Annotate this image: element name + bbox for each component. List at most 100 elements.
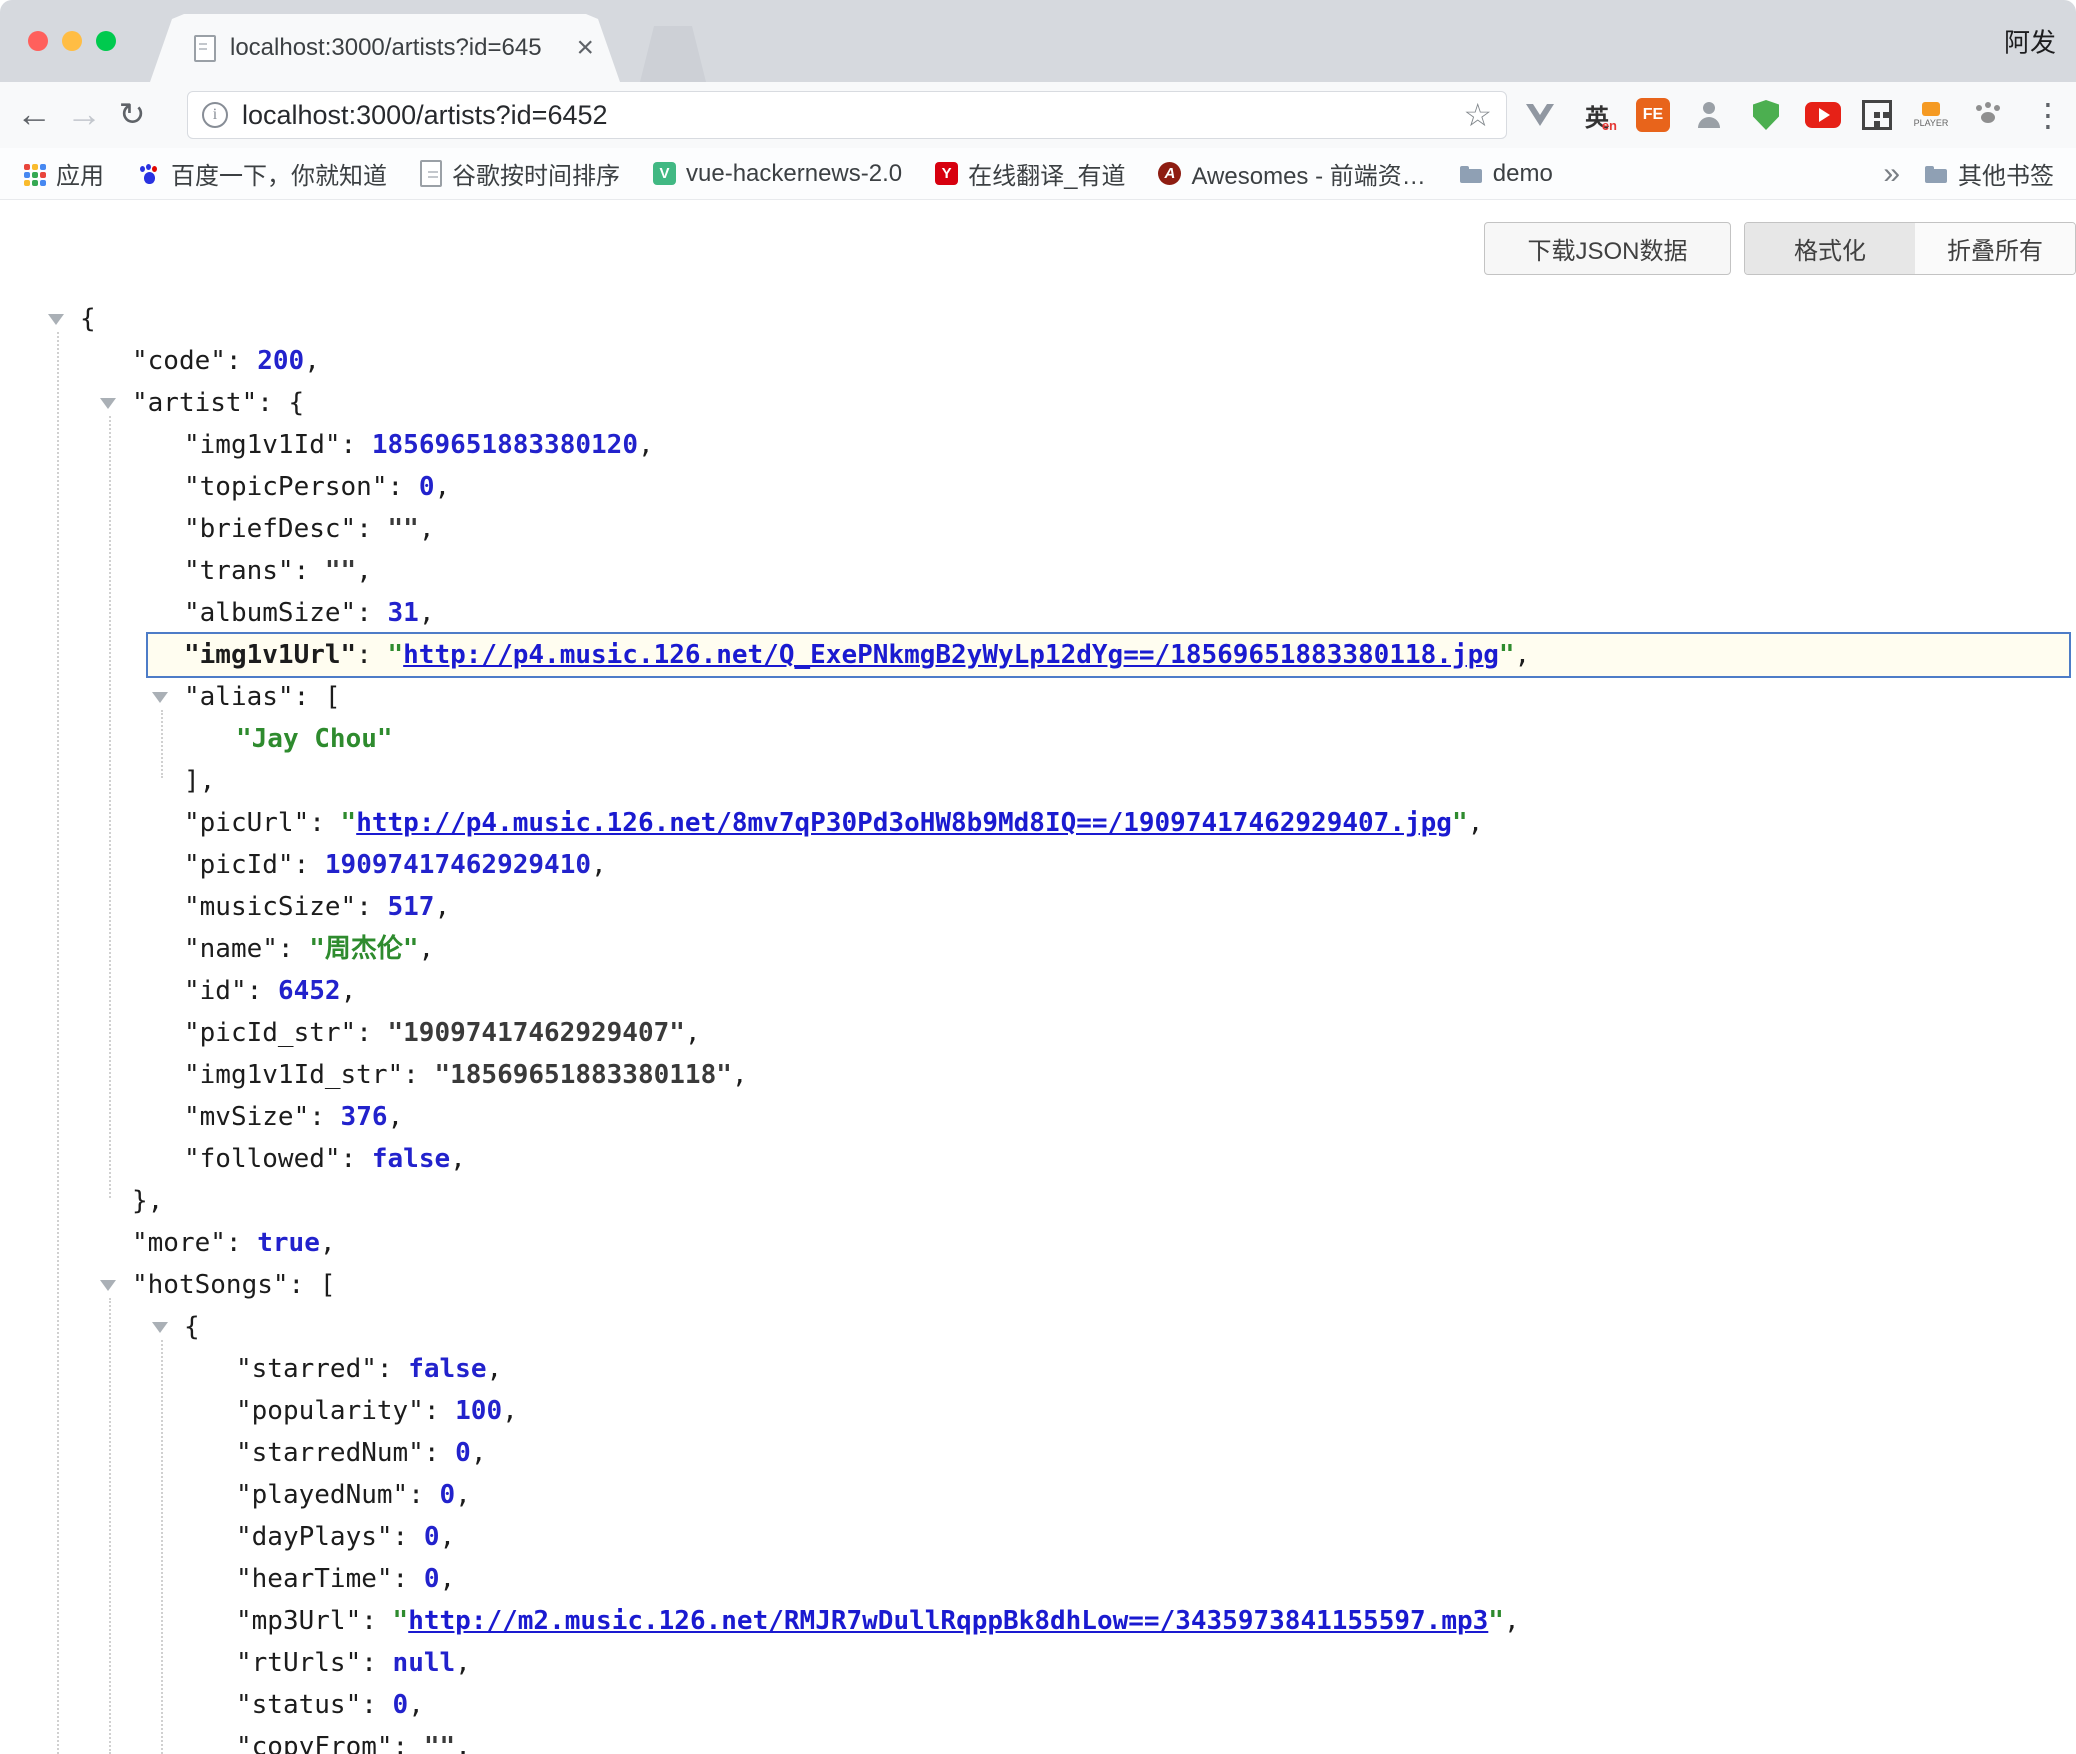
json-line: "copyFrom": "", — [0, 1726, 2076, 1754]
bookmark-item[interactable]: Vvue-hackernews-2.0 — [653, 160, 902, 188]
json-viewer: {"code": 200,"artist": {"img1v1Id": 1856… — [0, 298, 2076, 1754]
json-punctuation: , — [455, 1732, 471, 1754]
address-bar[interactable]: i localhost:3000/artists?id=6452 ☆ — [187, 91, 1507, 139]
youdao-icon: Y — [935, 162, 958, 185]
json-punctuation: , — [408, 1690, 424, 1720]
json-line: "alias": [ — [0, 676, 2076, 718]
person-extension-icon[interactable] — [1691, 97, 1727, 133]
bookmark-label: 百度一下，你就知道 — [171, 156, 387, 191]
bookmark-label: demo — [1493, 160, 1553, 188]
minimize-window-button[interactable] — [62, 31, 82, 51]
close-window-button[interactable] — [28, 31, 48, 51]
json-key: "hotSongs" — [132, 1270, 289, 1300]
bookmark-item[interactable]: demo — [1459, 160, 1553, 188]
extensions-area: 英en FE PLAYER — [1522, 82, 2006, 148]
bookmark-label: vue-hackernews-2.0 — [686, 160, 902, 188]
collapse-toggle-icon[interactable] — [48, 314, 64, 325]
json-line: "rtUrls": null, — [0, 1642, 2076, 1684]
json-key: "trans" — [184, 556, 294, 586]
shield-extension-icon[interactable] — [1748, 97, 1784, 133]
awesomes-icon: A — [1158, 162, 1181, 185]
json-punctuation: , — [1468, 808, 1484, 838]
json-punctuation: , — [455, 1648, 471, 1678]
bookmark-other-bookmarks[interactable]: 其他书签 — [1924, 156, 2054, 191]
json-line: "starred": false, — [0, 1348, 2076, 1390]
tab-favicon-page-icon — [194, 35, 216, 62]
json-line: "picUrl": "http://p4.music.126.net/8mv7q… — [0, 802, 2076, 844]
collapse-toggle-icon[interactable] — [152, 692, 168, 703]
new-tab-button[interactable] — [640, 26, 706, 82]
json-line: "dayPlays": 0, — [0, 1516, 2076, 1558]
json-punctuation: , — [450, 1144, 466, 1174]
player-extension-icon[interactable]: PLAYER — [1913, 97, 1949, 133]
json-line: "trans": "", — [0, 550, 2076, 592]
json-punctuation: : — [361, 1690, 392, 1720]
json-line: ], — [0, 760, 2076, 802]
bookmark-item[interactable]: 应用 — [22, 156, 104, 191]
json-punctuation: : — [278, 934, 309, 964]
tab-close-icon[interactable]: × — [576, 31, 594, 65]
reload-button[interactable]: ↻ — [110, 82, 154, 148]
vue-icon: V — [653, 162, 676, 185]
fehelper-extension-icon[interactable]: FE — [1636, 98, 1670, 132]
json-punctuation: : — [361, 1606, 392, 1636]
page-info-icon[interactable]: i — [202, 102, 228, 128]
url-text[interactable]: localhost:3000/artists?id=6452 — [242, 100, 1463, 131]
bookmark-label: 其他书签 — [1958, 156, 2054, 191]
json-line: "mvSize": 376, — [0, 1096, 2076, 1138]
json-key: "img1v1Id" — [184, 430, 341, 460]
json-value: 31 — [388, 598, 419, 628]
json-punctuation: , — [434, 892, 450, 922]
profile-name: 阿发 — [2004, 23, 2056, 60]
json-line: "name": "周杰伦", — [0, 928, 2076, 970]
json-value: null — [393, 1648, 456, 1678]
bookmarks-overflow-icon[interactable]: » — [1877, 157, 1906, 191]
json-punctuation: , — [591, 850, 607, 880]
bookmark-star-icon[interactable]: ☆ — [1463, 96, 1492, 134]
paw-extension-icon[interactable] — [1970, 97, 2006, 133]
json-url-link[interactable]: http://p4.music.126.net/8mv7qP30Pd3oHW8b… — [356, 808, 1452, 838]
collapse-toggle-icon[interactable] — [152, 1322, 168, 1333]
qrcode-extension-icon[interactable] — [1862, 100, 1892, 130]
download-json-button[interactable]: 下载JSON数据 — [1484, 222, 1731, 275]
json-line: "musicSize": 517, — [0, 886, 2076, 928]
json-key: "starredNum" — [236, 1438, 424, 1468]
json-key: "status" — [236, 1690, 361, 1720]
json-punctuation: { — [80, 304, 96, 334]
json-punctuation: : — [403, 1060, 434, 1090]
bookmark-item[interactable]: 百度一下，你就知道 — [137, 156, 387, 191]
json-line: "playedNum": 0, — [0, 1474, 2076, 1516]
bookmark-label: Awesomes - 前端资… — [1191, 156, 1425, 191]
zoom-window-button[interactable] — [96, 31, 116, 51]
json-url-link[interactable]: http://p4.music.126.net/Q_ExePNkmgB2yWyL… — [403, 640, 1499, 670]
translate-extension-icon[interactable]: 英en — [1579, 97, 1615, 133]
bookmark-item[interactable]: 谷歌按时间排序 — [420, 156, 620, 191]
json-value: 0 — [424, 1522, 440, 1552]
collapse-toggle-icon[interactable] — [100, 398, 116, 409]
json-key: "picUrl" — [184, 808, 309, 838]
bookmark-item[interactable]: Y在线翻译_有道 — [935, 156, 1125, 191]
navigation-toolbar: ← → ↻ i localhost:3000/artists?id=6452 ☆… — [0, 82, 2076, 148]
format-button[interactable]: 格式化 — [1745, 223, 1915, 274]
json-punctuation: : — [309, 1102, 340, 1132]
json-line: { — [0, 1306, 2076, 1348]
back-button[interactable]: ← — [12, 82, 56, 148]
browser-menu-icon[interactable]: ⋮ — [2032, 82, 2062, 148]
json-punctuation: , — [419, 934, 435, 964]
collapse-all-button[interactable]: 折叠所有 — [1915, 223, 2075, 274]
json-line: "albumSize": 31, — [0, 592, 2076, 634]
youtube-extension-icon[interactable] — [1805, 102, 1841, 128]
json-value: 0 — [419, 472, 435, 502]
vue-devtools-icon[interactable] — [1522, 97, 1558, 133]
json-punctuation: , — [502, 1396, 518, 1426]
json-line: "id": 6452, — [0, 970, 2076, 1012]
json-punctuation: ], — [184, 766, 215, 796]
apps-icon — [22, 162, 46, 186]
json-value: 517 — [388, 892, 435, 922]
json-url-link[interactable]: http://m2.music.126.net/RMJR7wDullRqppBk… — [408, 1606, 1488, 1636]
collapse-toggle-icon[interactable] — [100, 1280, 116, 1291]
json-punctuation: , — [685, 1018, 701, 1048]
bookmark-item[interactable]: A Awesomes - 前端资… — [1158, 156, 1425, 191]
browser-tab[interactable]: localhost:3000/artists?id=645 × — [150, 14, 620, 82]
json-punctuation: : — [294, 850, 325, 880]
